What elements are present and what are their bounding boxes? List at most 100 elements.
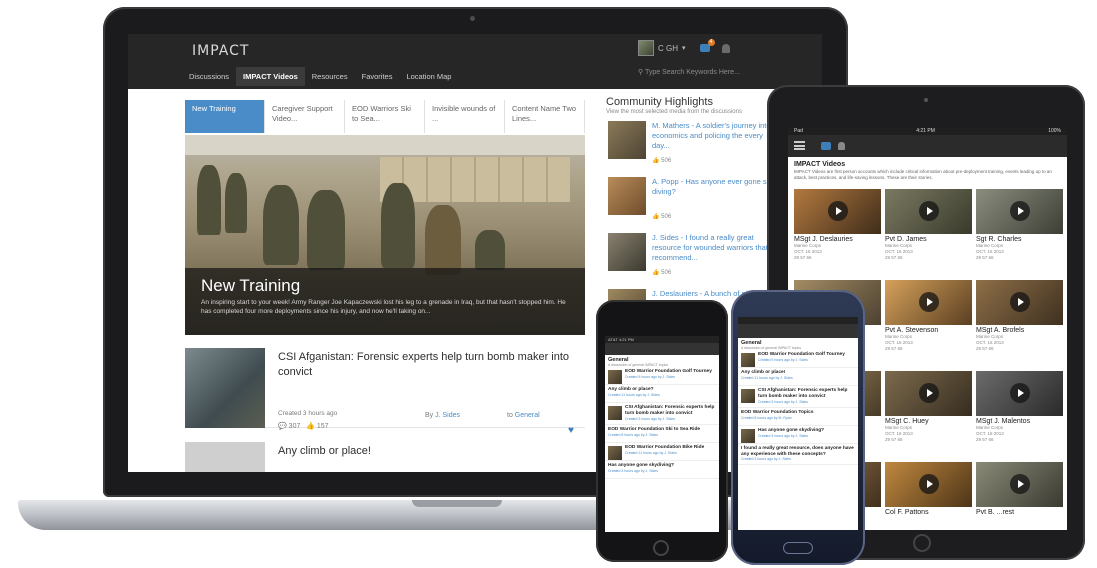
bell-icon[interactable] xyxy=(721,43,730,53)
item-title[interactable]: CSI Afghanistan: Forensic experts help t… xyxy=(625,405,716,417)
item-title[interactable]: EOD Warrior Foundation Bike Ride xyxy=(625,445,716,451)
play-icon[interactable] xyxy=(1010,383,1030,403)
post-title[interactable]: Any climb or place! xyxy=(278,444,578,459)
video-card[interactable]: MSgt A. Brofels Marine Corps OCT. 16 2013 2… xyxy=(976,280,1063,367)
video-card[interactable]: Pvt A. Stevenson Marine Corps OCT. 16 2013… xyxy=(885,280,972,367)
status-battery: 100% xyxy=(1048,128,1061,134)
video-thumbnail[interactable] xyxy=(976,371,1063,416)
nav-impact-videos[interactable]: IMPACT Videos xyxy=(236,67,305,86)
highlight-likes: 👍 506 xyxy=(652,269,671,276)
hamburger-icon[interactable] xyxy=(794,141,805,150)
list-item[interactable]: CSI Afghanistan: Forensic experts help t… xyxy=(738,386,858,408)
hero-banner[interactable]: New Training An inspiring start to your … xyxy=(185,135,585,335)
list-item[interactable]: CSI Afganistan: Forensic experts help tu… xyxy=(185,348,585,436)
nav-location-map[interactable]: Location Map xyxy=(399,67,458,86)
bell-icon[interactable] xyxy=(838,142,845,150)
video-card[interactable]: MSgt J. Deslauries Marine Corps OCT. 16 20… xyxy=(794,189,881,276)
highlight-thumbnail[interactable] xyxy=(608,233,646,271)
author-link[interactable]: J. Sides xyxy=(435,412,460,419)
video-thumbnail[interactable] xyxy=(976,280,1063,325)
video-thumbnail[interactable] xyxy=(885,189,972,234)
video-name[interactable]: Pvt A. Stevenson xyxy=(885,327,972,334)
play-icon[interactable] xyxy=(828,201,848,221)
video-name[interactable]: MSgt C. Huey xyxy=(885,418,972,425)
video-name[interactable]: Pvt B. ...rest xyxy=(976,509,1063,516)
user-name[interactable]: C GH xyxy=(658,44,678,53)
nav-resources[interactable]: Resources xyxy=(305,67,355,86)
user-menu[interactable]: C GH ▾ 4 xyxy=(638,39,730,56)
post-thumbnail[interactable] xyxy=(185,442,265,472)
video-thumbnail[interactable] xyxy=(885,280,972,325)
list-item[interactable]: EOD Warrior Foundation Topics Created 8 h… xyxy=(738,408,858,426)
heart-icon[interactable]: ♥ xyxy=(568,425,574,436)
tab-new-training[interactable]: New Training xyxy=(185,100,265,133)
list-item[interactable]: Any climb or place! xyxy=(185,442,585,472)
video-thumbnail[interactable] xyxy=(976,462,1063,507)
highlight-thumbnail[interactable] xyxy=(608,177,646,215)
list-item[interactable]: EOD Warrior Foundation Golf Tourney Creat… xyxy=(738,350,858,368)
laptop-camera xyxy=(470,16,475,21)
video-card[interactable]: Col F. Pattons xyxy=(885,462,972,530)
video-thumbnail[interactable] xyxy=(885,462,972,507)
video-card[interactable]: Pvt B. ...rest xyxy=(976,462,1063,530)
message-icon[interactable] xyxy=(821,142,831,150)
video-card[interactable]: MSgt C. Huey Marine Corps OCT. 16 2013 29 5… xyxy=(885,371,972,458)
item-title[interactable]: CSI Afghanistan: Forensic experts help t… xyxy=(758,388,855,400)
play-icon[interactable] xyxy=(1010,292,1030,312)
video-name[interactable]: MSgt J. Deslauries xyxy=(794,236,881,243)
list-item[interactable]: Has anyone gone skydiving? Created 3 hour… xyxy=(738,426,858,444)
video-card[interactable]: Pvt D. James Marine Corps OCT. 16 2013 29 5… xyxy=(885,189,972,276)
highlight-link[interactable]: J. Sides - I found a really great resour… xyxy=(652,233,777,262)
search-input[interactable]: ⚲ Type Search Keywords Here... xyxy=(638,68,740,76)
item-title[interactable]: I found a really great resource, does an… xyxy=(741,446,855,458)
video-card[interactable]: MSgt J. Malentos Marine Corps OCT. 16 2013… xyxy=(976,371,1063,458)
highlight-thumbnail[interactable] xyxy=(608,121,646,159)
avatar[interactable] xyxy=(638,40,654,56)
video-thumbnail[interactable] xyxy=(794,189,881,234)
play-icon[interactable] xyxy=(919,292,939,312)
discussion-list: EOD Warrior Foundation Golf Tourney Creat… xyxy=(605,367,719,479)
chevron-down-icon[interactable]: ▾ xyxy=(682,44,686,52)
nav-discussions[interactable]: Discussions xyxy=(182,67,236,86)
video-name[interactable]: MSgt A. Brofels xyxy=(976,327,1063,334)
play-icon[interactable] xyxy=(1010,474,1030,494)
list-item[interactable]: Has anyone gone skydiving? Created 3 hour… xyxy=(605,461,719,479)
iphone-home-button[interactable] xyxy=(653,540,669,556)
group-link[interactable]: General xyxy=(515,412,540,419)
tab-invisible-wounds[interactable]: Invisible wounds of ... xyxy=(425,100,505,133)
play-icon[interactable] xyxy=(919,383,939,403)
list-item[interactable]: EOD Warrior Foundation Ski to Sea Ride Cr… xyxy=(605,425,719,443)
video-name[interactable]: Pvt D. James xyxy=(885,236,972,243)
highlight-link[interactable]: A. Popp - Has anyone ever gone sky divin… xyxy=(652,177,777,197)
tab-caregiver-support[interactable]: Caregiver Support Video... xyxy=(265,100,345,133)
video-thumbnail[interactable] xyxy=(885,371,972,416)
video-card[interactable]: Sgt R. Charles Marine Corps OCT. 16 2013 29… xyxy=(976,189,1063,276)
list-item[interactable]: I found a really great resource, does an… xyxy=(738,444,858,466)
page-title: IMPACT Videos xyxy=(794,161,846,168)
list-item[interactable]: EOD Warrior Foundation Golf Tourney Creat… xyxy=(605,367,719,385)
video-name[interactable]: MSgt J. Malentos xyxy=(976,418,1063,425)
video-thumbnail[interactable] xyxy=(976,189,1063,234)
post-thumbnail[interactable] xyxy=(185,348,265,428)
highlight-link[interactable]: M. Mathers - A soldier's journey into ec… xyxy=(652,121,777,150)
video-name[interactable]: Col F. Pattons xyxy=(885,509,972,516)
message-icon[interactable]: 4 xyxy=(699,39,715,52)
list-item[interactable]: EOD Warrior Foundation Bike Ride Created … xyxy=(605,443,719,461)
tablet-home-button[interactable] xyxy=(913,534,931,552)
play-icon[interactable] xyxy=(1010,201,1030,221)
video-stats: 29 57 66 xyxy=(976,255,994,261)
play-icon[interactable] xyxy=(919,474,939,494)
post-title[interactable]: CSI Afganistan: Forensic experts help tu… xyxy=(278,350,578,380)
hero-title[interactable]: New Training xyxy=(201,276,569,296)
list-item[interactable]: Any climb or place! Created 11 hours ago … xyxy=(738,368,858,386)
tab-eod-warriors[interactable]: EOD Warriors Ski to Sea... xyxy=(345,100,425,133)
video-name[interactable]: Sgt R. Charles xyxy=(976,236,1063,243)
tab-content-name[interactable]: Content Name Two Lines... xyxy=(505,100,585,133)
item-title[interactable]: EOD Warrior Foundation Ski to Sea Ride xyxy=(608,427,716,433)
android-home-button[interactable] xyxy=(783,542,813,554)
list-item[interactable]: Any climb or place? Created 11 hours ago … xyxy=(605,385,719,403)
app-logo[interactable]: IMPACT xyxy=(192,43,249,59)
list-item[interactable]: CSI Afghanistan: Forensic experts help t… xyxy=(605,403,719,425)
play-icon[interactable] xyxy=(919,201,939,221)
nav-favorites[interactable]: Favorites xyxy=(355,67,400,86)
